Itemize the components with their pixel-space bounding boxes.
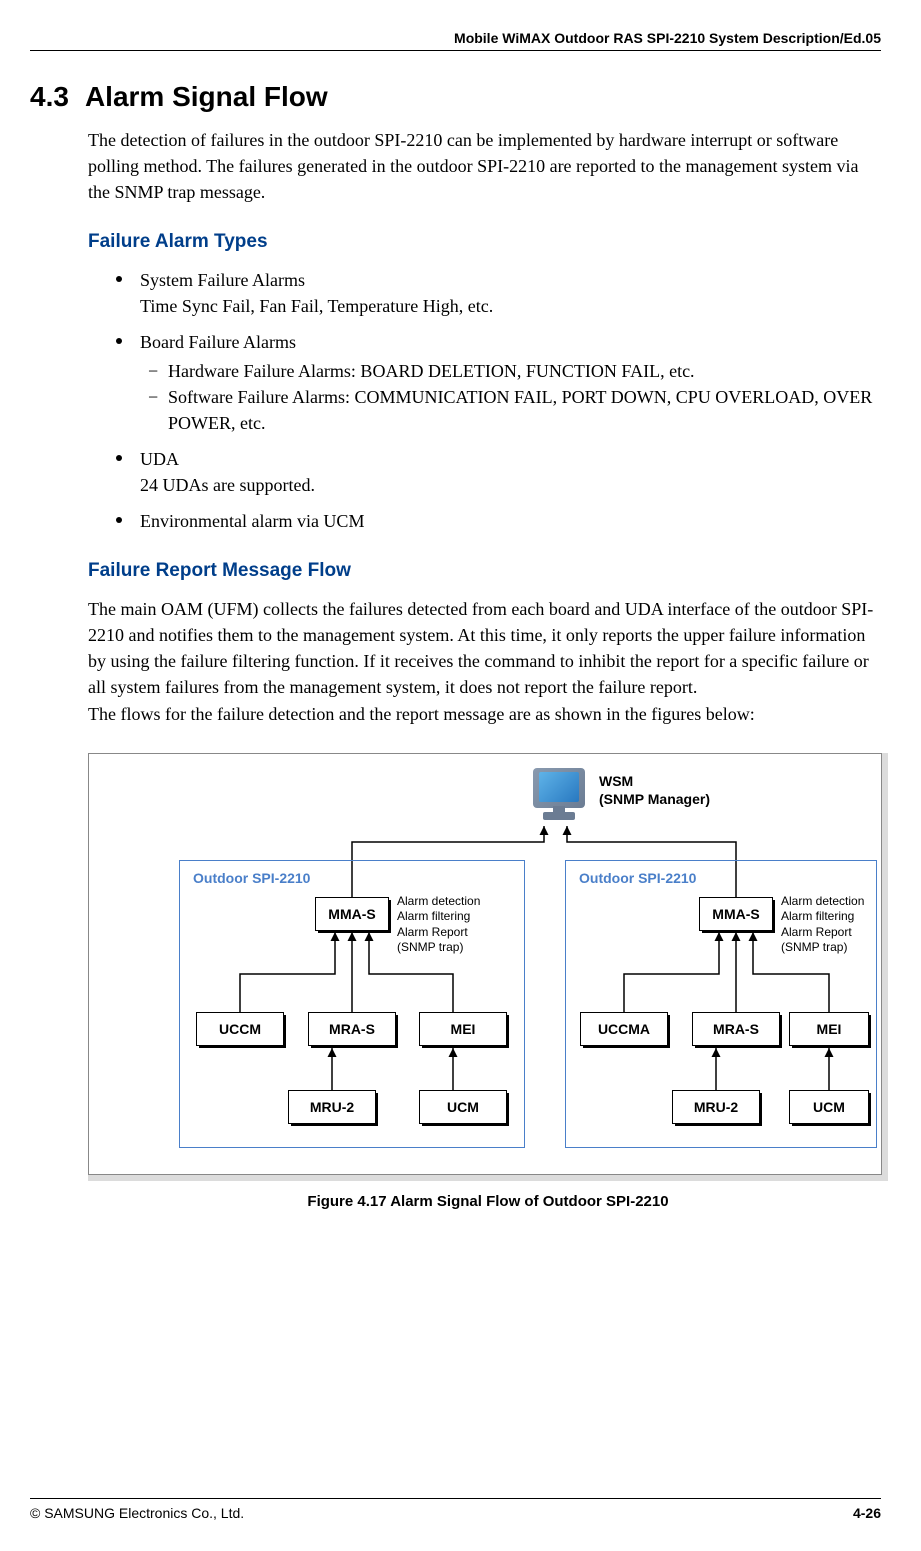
list-item: UDA 24 UDAs are supported. — [104, 446, 881, 498]
diagram-inner: WSM (SNMP Manager) Outdoor SPI-2210 Outd… — [88, 753, 882, 1175]
list-item: System Failure Alarms Time Sync Fail, Fa… — [104, 267, 881, 319]
section-heading: 4.3 Alarm Signal Flow — [30, 81, 881, 113]
wsm-label: WSM (SNMP Manager) — [599, 772, 710, 808]
sub-list-item: Software Failure Alarms: COMMUNICATION F… — [144, 384, 881, 436]
footer-page-number: 4-26 — [853, 1505, 881, 1521]
box-uccma: UCCMA — [580, 1012, 668, 1046]
failure-types-list: System Failure Alarms Time Sync Fail, Fa… — [104, 267, 881, 534]
footer-copyright: © SAMSUNG Electronics Co., Ltd. — [30, 1505, 244, 1521]
box-mra-left: MRA-S — [308, 1012, 396, 1046]
box-mru-left: MRU-2 — [288, 1090, 376, 1124]
list-item-title: Environmental alarm via UCM — [140, 511, 364, 531]
footer-divider — [30, 1498, 881, 1499]
annotation-right: Alarm detection Alarm filtering Alarm Re… — [781, 894, 864, 956]
box-mra-right: MRA-S — [692, 1012, 780, 1046]
box-ucm-left: UCM — [419, 1090, 507, 1124]
document-header: Mobile WiMAX Outdoor RAS SPI-2210 System… — [30, 30, 881, 46]
failure-report-body2: The flows for the failure detection and … — [88, 701, 881, 727]
wsm-line1: WSM — [599, 773, 633, 789]
header-divider — [30, 50, 881, 51]
box-mma-right: MMA-S — [699, 897, 773, 931]
failure-types-heading: Failure Alarm Types — [88, 231, 881, 253]
figure-caption: Figure 4.17 Alarm Signal Flow of Outdoor… — [88, 1193, 888, 1210]
failure-report-body: The main OAM (UFM) collects the failures… — [88, 596, 881, 700]
page-footer: © SAMSUNG Electronics Co., Ltd. 4-26 — [30, 1498, 881, 1521]
diagram-container: WSM (SNMP Manager) Outdoor SPI-2210 Outd… — [88, 753, 888, 1181]
box-uccm: UCCM — [196, 1012, 284, 1046]
list-item-desc: Time Sync Fail, Fan Fail, Temperature Hi… — [140, 296, 493, 316]
wsm-computer-icon — [529, 768, 589, 822]
list-item: Environmental alarm via UCM — [104, 508, 881, 534]
sub-list-item: Hardware Failure Alarms: BOARD DELETION,… — [144, 358, 881, 384]
annotation-left: Alarm detection Alarm filtering Alarm Re… — [397, 894, 480, 956]
section-intro: The detection of failures in the outdoor… — [88, 127, 881, 205]
box-mei-left: MEI — [419, 1012, 507, 1046]
section-number: 4.3 — [30, 81, 69, 113]
box-mru-right: MRU-2 — [672, 1090, 760, 1124]
spi-label-right: Outdoor SPI-2210 — [579, 870, 696, 886]
box-ucm-right: UCM — [789, 1090, 869, 1124]
box-mei-right: MEI — [789, 1012, 869, 1046]
list-item-title: UDA — [140, 449, 179, 469]
list-item-desc: 24 UDAs are supported. — [140, 475, 315, 495]
sub-list: Hardware Failure Alarms: BOARD DELETION,… — [144, 358, 881, 436]
list-item: Board Failure Alarms Hardware Failure Al… — [104, 329, 881, 435]
list-item-title: System Failure Alarms — [140, 270, 305, 290]
wsm-line2: (SNMP Manager) — [599, 791, 710, 807]
spi-label-left: Outdoor SPI-2210 — [193, 870, 310, 886]
box-mma-left: MMA-S — [315, 897, 389, 931]
list-item-title: Board Failure Alarms — [140, 332, 296, 352]
section-title: Alarm Signal Flow — [85, 81, 328, 113]
failure-report-heading: Failure Report Message Flow — [88, 560, 881, 582]
